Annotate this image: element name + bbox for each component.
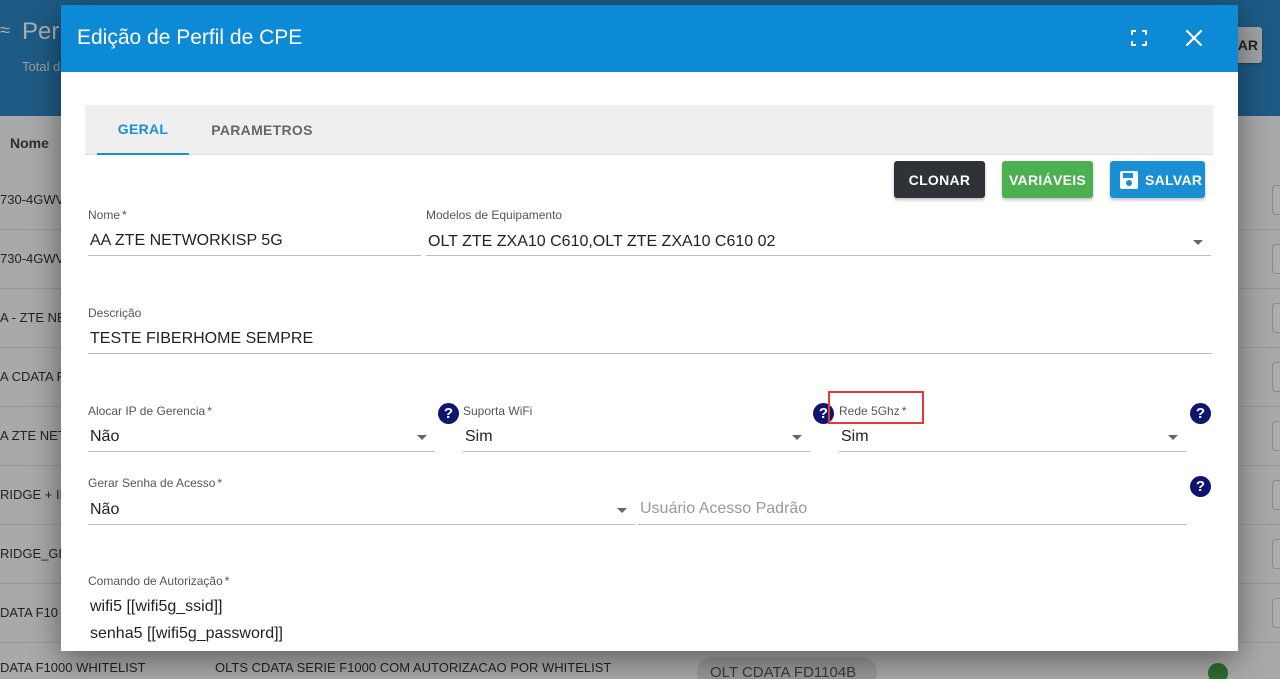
nome-underline (88, 255, 421, 256)
help-icon[interactable]: ? (1190, 476, 1211, 497)
nome-field[interactable]: Nome * AA ZTE NETWORKISP 5G (88, 208, 421, 258)
help-icon[interactable]: ? (1190, 403, 1211, 424)
expand-icon[interactable] (1131, 30, 1147, 46)
rede-5ghz-select[interactable]: Sim (841, 428, 869, 446)
alocar-ip-underline (88, 451, 435, 452)
modelos-field[interactable]: Modelos de Equipamento OLT ZTE ZXA10 C61… (426, 208, 1211, 258)
usuario-acesso-field[interactable]: Usuário Acesso Padrão (638, 476, 1187, 526)
nome-label: Nome * (88, 208, 127, 222)
chevron-down-icon[interactable] (417, 435, 427, 440)
alocar-ip-select[interactable]: Não (90, 428, 119, 446)
gerar-senha-underline (88, 524, 635, 525)
suporta-wifi-select[interactable]: Sim (465, 428, 493, 446)
chevron-down-icon[interactable] (617, 508, 627, 513)
highlight-box (828, 391, 924, 424)
gerar-senha-select[interactable]: Não (90, 501, 119, 519)
descricao-underline (88, 353, 1212, 354)
nome-input[interactable]: AA ZTE NETWORKISP 5G (90, 232, 283, 250)
gerar-senha-field[interactable]: Gerar Senha de Acesso * Não (88, 476, 635, 526)
dialog-header: Edição de Perfil de CPE (61, 5, 1238, 72)
chevron-down-icon[interactable] (1193, 240, 1203, 245)
modelos-underline (426, 255, 1211, 256)
modelos-label: Modelos de Equipamento (426, 208, 563, 222)
tab-bar: GERAL PARAMETROS (85, 105, 1213, 155)
suporta-wifi-underline (463, 451, 810, 452)
help-icon[interactable]: ? (438, 403, 459, 424)
comando-label: Comando de Autorização * (88, 574, 230, 588)
chevron-down-icon[interactable] (792, 435, 802, 440)
tab-geral[interactable]: GERAL (97, 105, 189, 155)
close-icon[interactable] (1183, 27, 1205, 49)
clone-button[interactable]: CLONAR (894, 161, 985, 198)
save-button-label: SALVAR (1145, 171, 1203, 188)
edit-cpe-profile-dialog: Edição de Perfil de CPE GERAL PARAMETROS… (61, 5, 1238, 651)
alocar-ip-field[interactable]: Alocar IP de Gerencia * Não (88, 404, 435, 454)
usuario-acesso-underline (638, 524, 1187, 525)
comando-field[interactable]: Comando de Autorização * wifi5 [[wifi5g_s… (88, 574, 1212, 651)
alocar-ip-label: Alocar IP de Gerencia * (88, 404, 212, 418)
descricao-field[interactable]: Descrição TESTE FIBERHOME SEMPRE (88, 306, 1212, 356)
rede-5ghz-underline (839, 451, 1186, 452)
usuario-acesso-input[interactable]: Usuário Acesso Padrão (640, 500, 807, 518)
comando-line-2[interactable]: senha5 [[wifi5g_password]] (90, 625, 283, 643)
gerar-senha-label: Gerar Senha de Acesso * (88, 476, 223, 490)
chevron-down-icon[interactable] (1168, 435, 1178, 440)
suporta-wifi-field[interactable]: Suporta WiFi Sim (463, 404, 810, 454)
variables-button[interactable]: VARIÁVEIS (1002, 161, 1093, 198)
save-icon (1120, 170, 1138, 189)
modelos-select[interactable]: OLT ZTE ZXA10 C610,OLT ZTE ZXA10 C610 02 (428, 233, 775, 251)
tab-parametros[interactable]: PARAMETROS (201, 105, 323, 155)
descricao-input[interactable]: TESTE FIBERHOME SEMPRE (90, 330, 313, 348)
dialog-title: Edição de Perfil de CPE (77, 26, 303, 49)
descricao-label: Descrição (88, 306, 142, 320)
save-button[interactable]: SALVAR (1110, 161, 1205, 198)
comando-line-1[interactable]: wifi5 [[wifi5g_ssid]] (90, 598, 223, 616)
suporta-wifi-label: Suporta WiFi (463, 404, 533, 418)
